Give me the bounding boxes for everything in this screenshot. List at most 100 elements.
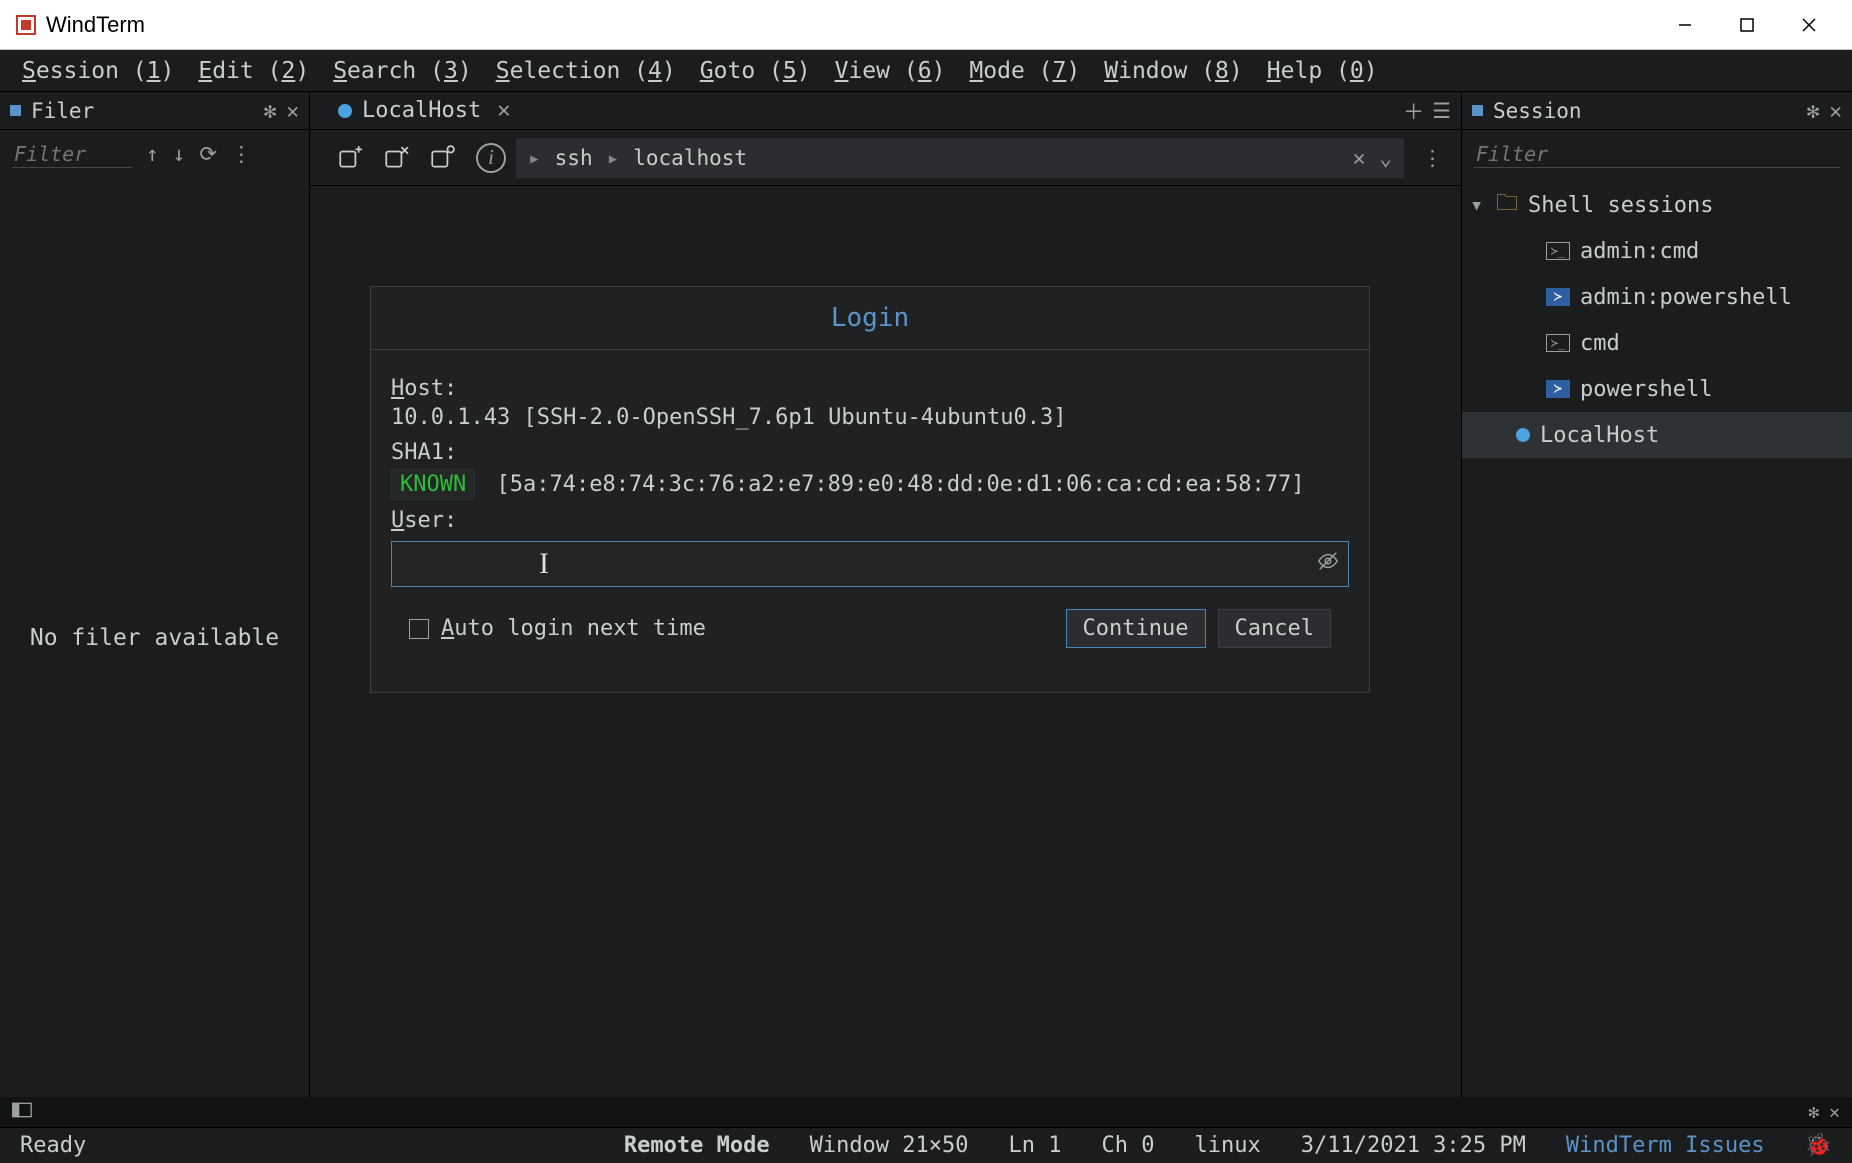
login-dialog: Login Host: 10.0.1.43 [SSH-2.0-OpenSSH_7… bbox=[370, 286, 1370, 693]
new-tab-icon[interactable]: ＋ bbox=[1403, 96, 1424, 126]
session-close-icon[interactable]: ✕ bbox=[1829, 99, 1842, 123]
session-dot-icon bbox=[1516, 428, 1530, 442]
session-panel-title: Session ✻ ✕ bbox=[1462, 92, 1852, 130]
filer-filter-input[interactable] bbox=[12, 141, 132, 168]
cancel-button[interactable]: Cancel bbox=[1218, 609, 1331, 648]
tree-item[interactable]: ≻ powershell bbox=[1462, 366, 1852, 412]
chevron-down-icon[interactable]: ⌄ bbox=[1379, 146, 1392, 170]
menu-help[interactable]: Help (0) bbox=[1259, 54, 1386, 88]
status-os[interactable]: linux bbox=[1195, 1133, 1261, 1158]
eye-off-icon[interactable] bbox=[1317, 550, 1339, 578]
more-vertical-icon[interactable]: ⋮ bbox=[1422, 146, 1443, 170]
detach-session-icon[interactable] bbox=[424, 140, 460, 176]
filer-panel-title: Filer ✻ ✕ bbox=[0, 92, 309, 130]
filer-toolbar: ↑ ↓ ⟳ ⋮ bbox=[0, 130, 309, 178]
editor-toolbar: i ▸ ssh ▸ localhost ✕ ⌄ ⋮ bbox=[310, 130, 1461, 186]
issues-link[interactable]: WindTerm Issues bbox=[1566, 1133, 1765, 1158]
gear-icon[interactable]: ✻ bbox=[264, 99, 277, 123]
tree-item[interactable]: ≻ admin:powershell bbox=[1462, 274, 1852, 320]
breadcrumb-sep-icon: ▸ bbox=[528, 146, 541, 170]
panel-toggle-icon[interactable] bbox=[12, 1102, 32, 1123]
minimize-button[interactable] bbox=[1654, 5, 1716, 45]
app-title: WindTerm bbox=[46, 12, 145, 38]
editor-panel: LocalHost ✕ ＋ ☰ i ▸ bbox=[310, 92, 1462, 1097]
status-ready: Ready bbox=[20, 1133, 86, 1158]
tree-item[interactable]: ≻_ cmd bbox=[1462, 320, 1852, 366]
powershell-icon: ≻ bbox=[1546, 288, 1570, 306]
filer-marker-icon bbox=[10, 105, 21, 116]
tree-item-localhost[interactable]: LocalHost bbox=[1462, 412, 1852, 458]
tab-menu-icon[interactable]: ☰ bbox=[1432, 99, 1451, 123]
session-marker-icon bbox=[1472, 105, 1483, 116]
maximize-button[interactable] bbox=[1716, 5, 1778, 45]
status-ln[interactable]: Ln 1 bbox=[1009, 1133, 1062, 1158]
close-button[interactable] bbox=[1778, 5, 1840, 45]
menubar: Session (1) Edit (2) Search (3) Selectio… bbox=[0, 50, 1852, 92]
tree-item-label: admin:powershell bbox=[1580, 285, 1792, 310]
tree-item-label: admin:cmd bbox=[1580, 239, 1699, 264]
menu-goto[interactable]: Goto (5) bbox=[692, 54, 819, 88]
sha1-label: SHA1: bbox=[391, 440, 1349, 465]
filer-panel: Filer ✻ ✕ ↑ ↓ ⟳ ⋮ No filer available bbox=[0, 92, 310, 1097]
user-input[interactable] bbox=[391, 541, 1349, 587]
statusbar: Ready Remote Mode Window 21×50 Ln 1 Ch 0… bbox=[0, 1127, 1852, 1163]
gear-icon[interactable]: ✻ bbox=[1808, 1102, 1819, 1123]
arrow-up-icon[interactable]: ↑ bbox=[146, 142, 159, 166]
session-panel: Session ✻ ✕ ▾ 🗀 Shell sessions ≻_ admin:… bbox=[1462, 92, 1852, 1097]
close-session-icon[interactable] bbox=[378, 140, 414, 176]
bug-icon[interactable]: 🐞 bbox=[1805, 1133, 1832, 1158]
menu-session[interactable]: Session (1) bbox=[14, 54, 182, 88]
address-clear-icon[interactable]: ✕ bbox=[1353, 146, 1366, 170]
known-badge: KNOWN bbox=[391, 469, 475, 500]
status-mode[interactable]: Remote Mode bbox=[624, 1133, 770, 1158]
menu-mode[interactable]: Mode (7) bbox=[961, 54, 1088, 88]
app-logo-icon bbox=[14, 13, 38, 37]
status-datetime: 3/11/2021 3:25 PM bbox=[1301, 1133, 1526, 1158]
host-line: 10.0.1.43 [SSH-2.0-OpenSSH_7.6p1 Ubuntu-… bbox=[391, 405, 1349, 430]
tab-label: LocalHost bbox=[362, 98, 481, 123]
terminal-icon: ≻_ bbox=[1546, 334, 1570, 352]
continue-button[interactable]: Continue bbox=[1066, 609, 1206, 648]
arrow-down-icon[interactable]: ↓ bbox=[173, 142, 186, 166]
filer-close-icon[interactable]: ✕ bbox=[286, 99, 299, 123]
gear-icon[interactable]: ✻ bbox=[1807, 99, 1820, 123]
close-icon[interactable]: ✕ bbox=[1829, 1102, 1840, 1123]
tree-item-label: cmd bbox=[1580, 331, 1620, 356]
more-vertical-icon[interactable]: ⋮ bbox=[231, 142, 252, 166]
session-filter-input[interactable] bbox=[1474, 141, 1840, 168]
filer-title-label: Filer bbox=[31, 99, 254, 123]
tree-item[interactable]: ≻_ admin:cmd bbox=[1462, 228, 1852, 274]
tree-root-label: Shell sessions bbox=[1528, 193, 1713, 218]
session-tree: ▾ 🗀 Shell sessions ≻_ admin:cmd ≻ admin:… bbox=[1462, 178, 1852, 462]
auto-login-checkbox[interactable] bbox=[409, 619, 429, 639]
tree-item-label: LocalHost bbox=[1540, 423, 1659, 448]
chevron-down-icon: ▾ bbox=[1470, 193, 1486, 218]
tab-localhost[interactable]: LocalHost ✕ bbox=[328, 94, 520, 127]
status-window[interactable]: Window 21×50 bbox=[810, 1133, 969, 1158]
menu-view[interactable]: View (6) bbox=[827, 54, 954, 88]
menu-search[interactable]: Search (3) bbox=[325, 54, 480, 88]
breadcrumb-localhost[interactable]: localhost bbox=[633, 146, 747, 170]
info-icon[interactable]: i bbox=[476, 143, 506, 173]
breadcrumb-ssh[interactable]: ssh bbox=[555, 146, 593, 170]
breadcrumb-sep-icon: ▸ bbox=[607, 146, 620, 170]
terminal-icon: ≻_ bbox=[1546, 242, 1570, 260]
filer-empty-text: No filer available bbox=[0, 178, 309, 1097]
new-session-icon[interactable] bbox=[332, 140, 368, 176]
text-cursor-icon: I bbox=[539, 547, 549, 581]
login-title: Login bbox=[371, 287, 1369, 350]
menu-selection[interactable]: Selection (4) bbox=[488, 54, 684, 88]
status-ch[interactable]: Ch 0 bbox=[1102, 1133, 1155, 1158]
tree-root-shell-sessions[interactable]: ▾ 🗀 Shell sessions bbox=[1462, 182, 1852, 228]
address-bar[interactable]: ▸ ssh ▸ localhost ✕ ⌄ bbox=[516, 138, 1404, 178]
session-dot-icon bbox=[338, 104, 352, 118]
menu-edit[interactable]: Edit (2) bbox=[190, 54, 317, 88]
menu-window[interactable]: Window (8) bbox=[1096, 54, 1251, 88]
session-title-label: Session bbox=[1493, 99, 1797, 123]
editor-tabbar: LocalHost ✕ ＋ ☰ bbox=[310, 92, 1461, 130]
tree-item-label: powershell bbox=[1580, 377, 1712, 402]
aux-bar: ✻ ✕ bbox=[0, 1097, 1852, 1127]
tab-close-icon[interactable]: ✕ bbox=[497, 98, 510, 123]
refresh-icon[interactable]: ⟳ bbox=[199, 142, 217, 166]
titlebar: WindTerm bbox=[0, 0, 1852, 50]
